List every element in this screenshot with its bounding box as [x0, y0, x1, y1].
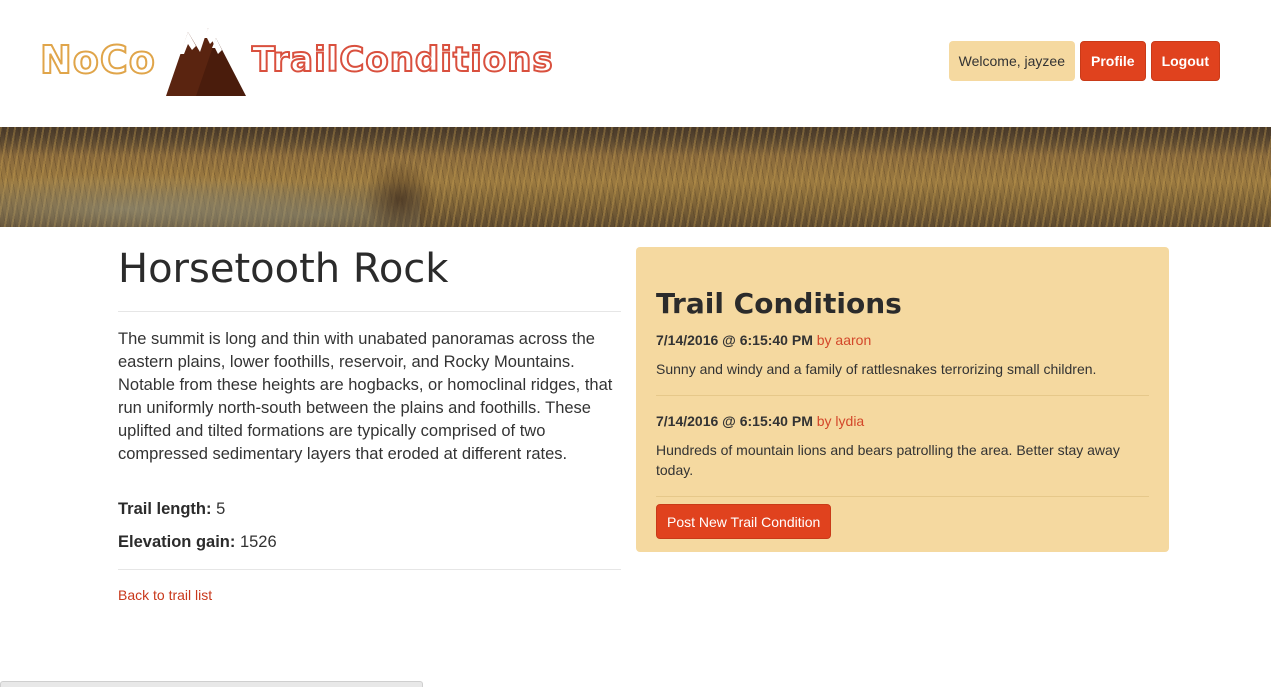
mountain-icon: [165, 28, 246, 96]
condition-timestamp: 7/14/2016 @ 6:15:40 PM: [656, 413, 813, 429]
condition-text: Sunny and windy and a family of rattlesn…: [656, 361, 1097, 377]
logo-noco-text: NoCo: [39, 37, 156, 83]
profile-button[interactable]: Profile: [1080, 41, 1146, 81]
condition-author-link[interactable]: by lydia: [817, 413, 864, 429]
trail-length-value: 5: [216, 500, 226, 518]
trail-title: Horsetooth Rock: [118, 246, 449, 292]
post-new-condition-button[interactable]: Post New Trail Condition: [656, 504, 832, 539]
hero-banner-image: [0, 127, 1271, 227]
elevation-gain-label: Elevation gain:: [118, 533, 236, 551]
condition-divider: [656, 395, 1149, 396]
conditions-title: Trail Conditions: [656, 287, 902, 320]
site-logo[interactable]: NoCo TrailConditions: [39, 24, 554, 96]
back-to-trail-list-link[interactable]: Back to trail list: [118, 587, 212, 603]
condition-meta: 7/14/2016 @ 6:15:40 PM by lydia: [656, 413, 1149, 429]
horizontal-scrollbar[interactable]: [0, 681, 423, 687]
condition-entry: 7/14/2016 @ 6:15:40 PM by lydia Hundreds…: [656, 413, 1149, 480]
trail-length: Trail length: 5: [118, 500, 225, 519]
condition-divider: [656, 496, 1149, 497]
elevation-gain-value: 1526: [239, 533, 277, 551]
elevation-gain: Elevation gain: 1526: [118, 533, 277, 552]
condition-author-link[interactable]: by aaron: [817, 332, 871, 348]
condition-text: Hundreds of mountain lions and bears pat…: [656, 442, 1120, 478]
site-header: NoCo TrailConditions Welcome, jayzee Pro…: [0, 0, 1271, 127]
condition-timestamp: 7/14/2016 @ 6:15:40 PM: [656, 332, 813, 348]
condition-entry: 7/14/2016 @ 6:15:40 PM by aaron Sunny an…: [656, 332, 1149, 379]
title-divider: [118, 311, 621, 312]
trail-conditions-panel: Trail Conditions 7/14/2016 @ 6:15:40 PM …: [636, 247, 1169, 552]
trail-description: The summit is long and thin with unabate…: [118, 330, 613, 463]
user-nav: Welcome, jayzee Profile Logout: [948, 41, 1220, 81]
trail-length-label: Trail length:: [118, 500, 212, 518]
condition-meta: 7/14/2016 @ 6:15:40 PM by aaron: [656, 332, 1149, 348]
logo-trailconditions-text: TrailConditions: [251, 39, 554, 81]
welcome-badge: Welcome, jayzee: [948, 41, 1075, 81]
logout-button[interactable]: Logout: [1150, 41, 1220, 81]
stats-divider: [118, 569, 621, 570]
